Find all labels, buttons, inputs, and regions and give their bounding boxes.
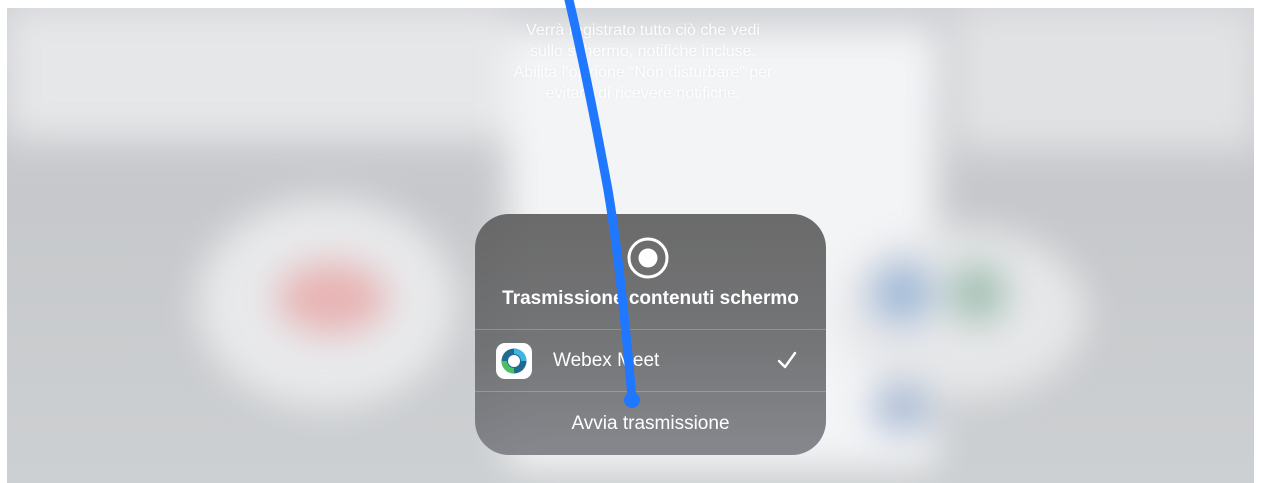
app-option-webex-meet[interactable]: Webex Meet [475,330,826,392]
record-icon [627,237,669,279]
start-broadcast-button[interactable]: Avvia trasmissione [475,392,826,455]
panel-title: Trasmissione contenuti schermo [502,288,799,309]
recording-warning-text: Verrà registrato tutto ciò che vedi sull… [458,20,828,104]
app-name: Webex Meet [553,350,660,371]
webex-meet-app-icon [496,343,532,379]
recording-warning-line-3: Abilita l’opzione “Non disturbare” per [513,64,773,81]
screenshot-stage: Verrà registrato tutto ciò che vedi sull… [0,0,1261,483]
recording-warning-line-4: evitare di ricevere notifiche. [545,85,741,102]
checkmark-icon [777,351,797,369]
screen-broadcast-panel: Trasmissione contenuti schermo Webex Mee… [475,214,826,455]
recording-warning-line-1: Verrà registrato tutto ciò che vedi [526,22,760,39]
recording-warning-line-2: sullo schermo, notifiche incluse. [530,43,756,60]
